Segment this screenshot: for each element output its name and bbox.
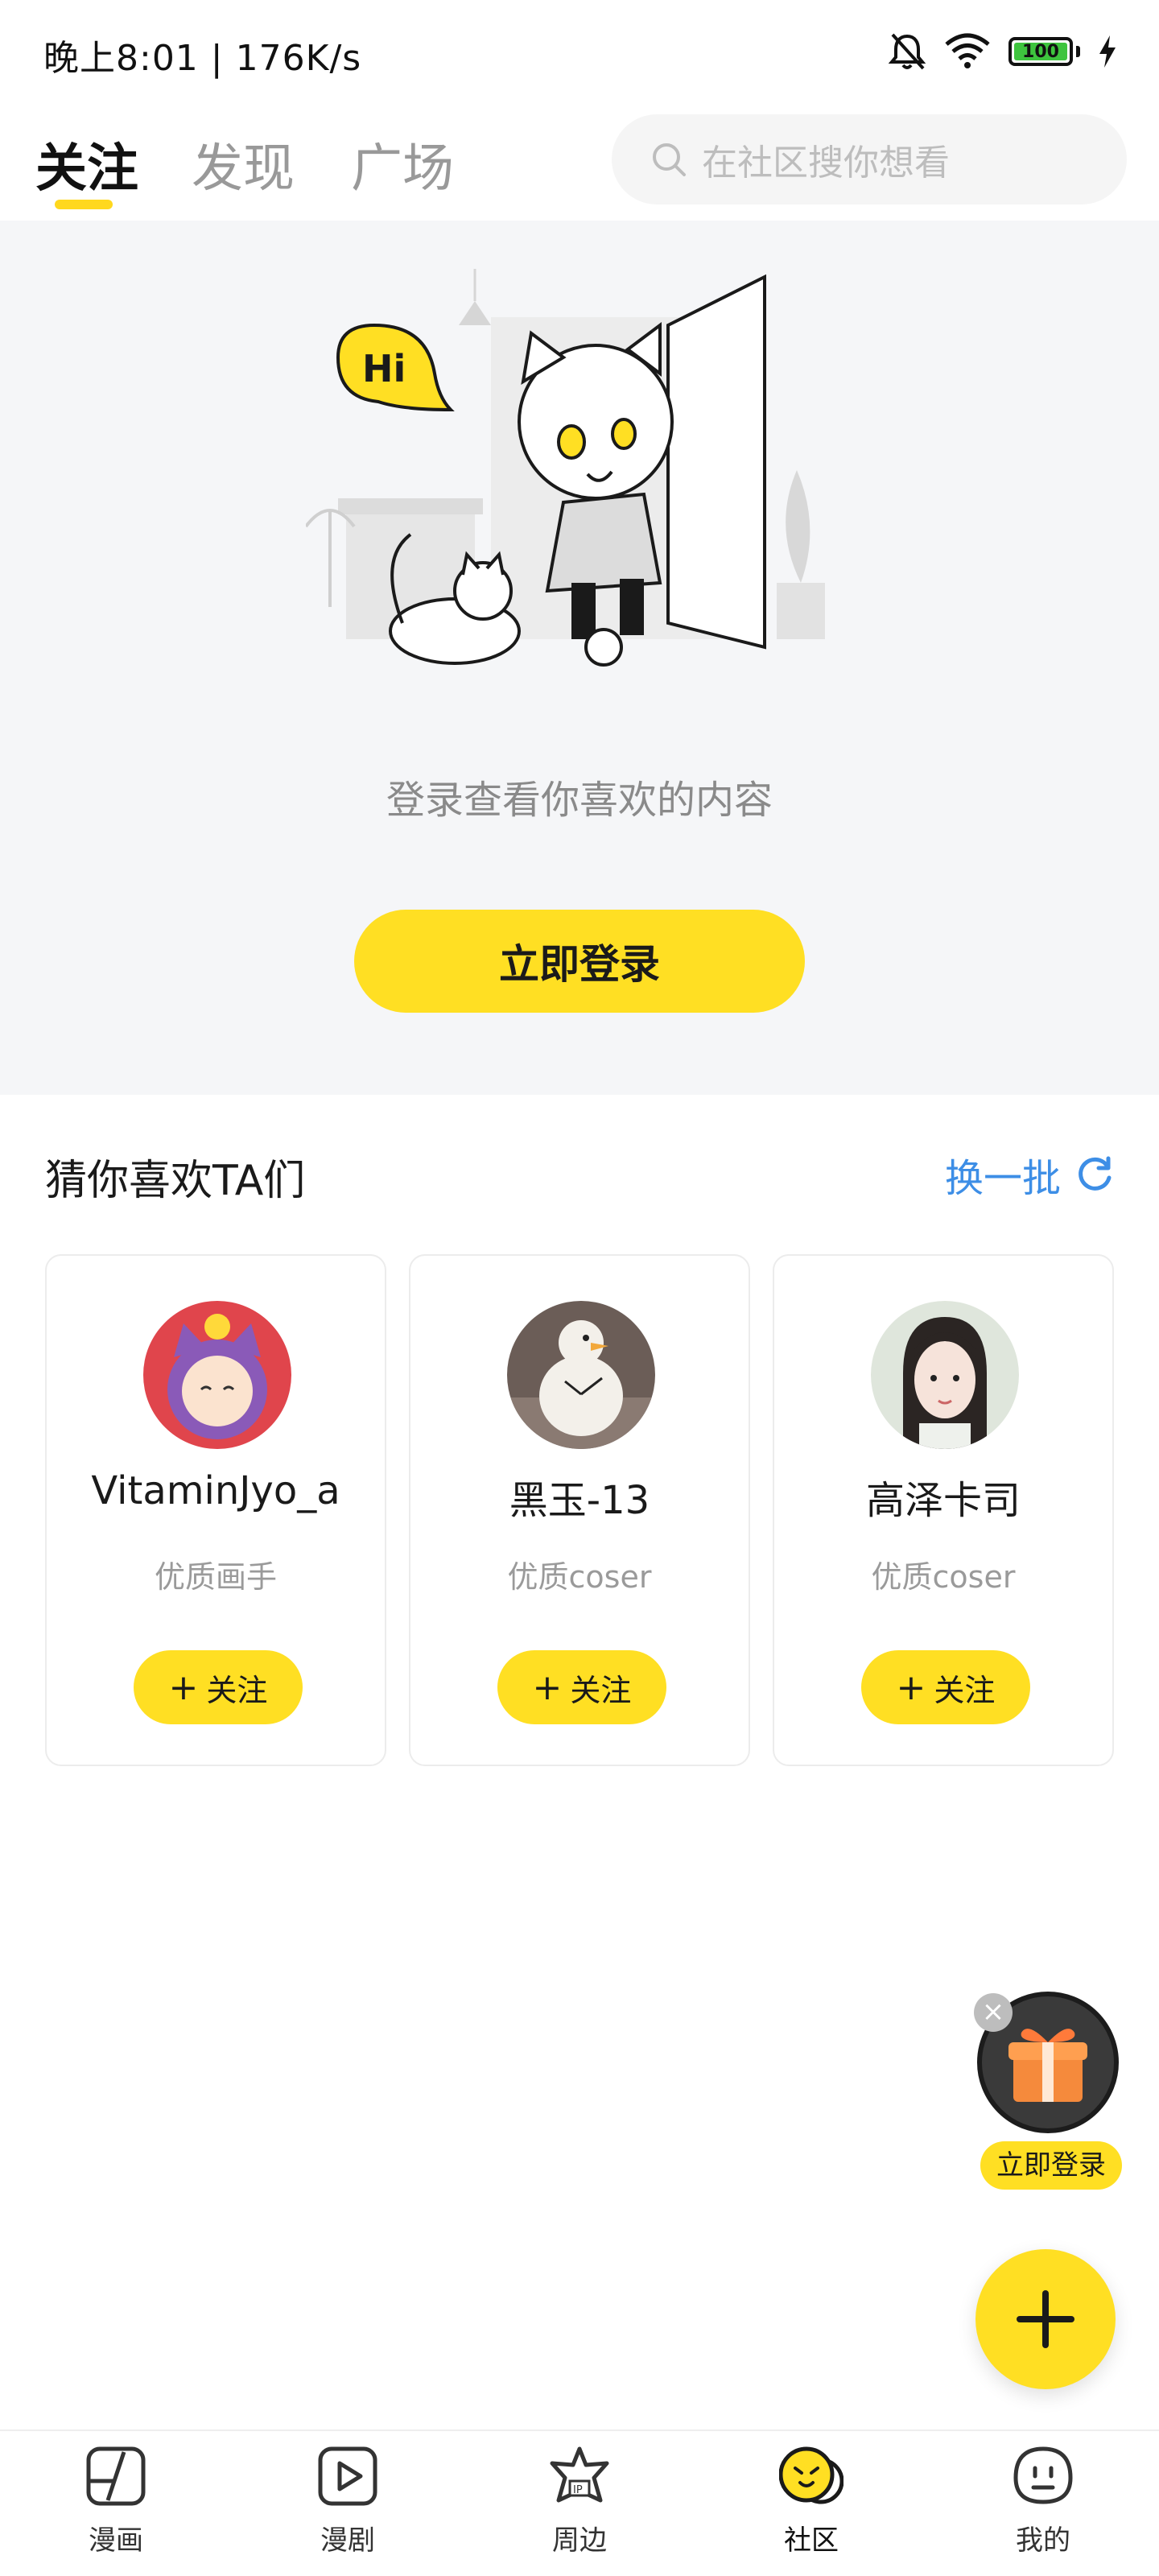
community-icon (779, 2446, 843, 2504)
refresh-label: 换一批 (944, 1156, 1061, 1201)
bottom-nav: 漫画 漫剧 IP 周边 社区 我的 (0, 2429, 1159, 2576)
plus-icon: + (896, 1666, 926, 1708)
create-post-button[interactable] (975, 2249, 1116, 2389)
tab-discover[interactable]: 发现 (192, 127, 295, 201)
search-icon (653, 143, 686, 176)
refresh-batch-button[interactable]: 换一批 (945, 1146, 1114, 1203)
user-tag: 优质coser (507, 1559, 652, 1595)
avatar[interactable] (507, 1301, 655, 1449)
merch-icon: IP (550, 2446, 609, 2503)
login-hint-text: 登录查看你喜欢的内容 (386, 778, 773, 823)
tab-follow[interactable]: 关注 (35, 127, 138, 201)
nav-item-merch[interactable]: IP 周边 (499, 2444, 660, 2573)
follow-label: 关注 (570, 1672, 632, 1708)
plus-icon: + (168, 1666, 199, 1708)
nav-item-video[interactable]: 漫剧 (267, 2444, 428, 2573)
gift-float-widget[interactable]: × 立即登录 (974, 1992, 1122, 2193)
video-icon (318, 2446, 377, 2506)
nav-label: 周边 (552, 2524, 607, 2557)
follow-button[interactable]: + 关注 (861, 1650, 1030, 1724)
gift-login-label[interactable]: 立即登录 (980, 2141, 1122, 2190)
user-card[interactable]: 黑玉-13 优质coser + 关注 (409, 1254, 750, 1766)
charging-icon (1099, 35, 1116, 68)
svg-text:IP: IP (573, 2484, 583, 2496)
profile-icon (1013, 2446, 1073, 2504)
mute-bell-icon (888, 33, 926, 70)
refresh-icon (1079, 1156, 1112, 1191)
nav-item-manga[interactable]: 漫画 (35, 2444, 196, 2573)
user-card[interactable]: 高泽卡司 优质coser + 关注 (773, 1254, 1114, 1766)
follow-label: 关注 (206, 1672, 268, 1708)
nav-label: 社区 (784, 2524, 839, 2557)
search-placeholder: 在社区搜你想看 (702, 142, 950, 184)
nav-label: 我的 (1016, 2524, 1070, 2557)
manga-icon (86, 2446, 146, 2506)
close-icon[interactable]: × (974, 1993, 1013, 2032)
login-now-button[interactable]: 立即登录 (354, 910, 805, 1013)
user-tag: 优质coser (871, 1559, 1016, 1595)
battery-icon: 100 (1008, 37, 1073, 66)
status-time-speed: 晚上8:01 | 176K/s (43, 38, 362, 79)
status-icons: 100 (888, 31, 1117, 72)
tab-square[interactable]: 广场 (351, 127, 454, 201)
user-card[interactable]: VitaminJyo_a 优质画手 + 关注 (45, 1254, 386, 1766)
user-tag: 优质画手 (154, 1559, 277, 1595)
plus-icon (1017, 2290, 1074, 2348)
follow-label: 关注 (934, 1672, 996, 1708)
user-name: 黑玉-13 (509, 1478, 650, 1523)
gift-icon (1008, 2029, 1087, 2102)
recommend-cards: VitaminJyo_a 优质画手 + 关注 黑玉-13 优质coser + 关… (45, 1254, 1114, 1766)
recommend-title: 猜你喜欢TA们 (45, 1157, 306, 1205)
nav-label: 漫剧 (320, 2524, 375, 2557)
nav-label: 漫画 (89, 2524, 143, 2557)
follow-button[interactable]: + 关注 (134, 1650, 303, 1724)
nav-item-profile[interactable]: 我的 (963, 2444, 1124, 2573)
user-name: VitaminJyo_a (91, 1468, 340, 1513)
top-tab-bar: 关注 发现 广场 在社区搜你想看 (0, 105, 1159, 217)
hi-bubble-text: Hi (362, 347, 406, 390)
login-prompt-section: Hi 登录查看你喜欢的内容 立即登录 (0, 221, 1159, 1095)
user-name: 高泽卡司 (865, 1478, 1021, 1523)
login-illustration: Hi (306, 269, 825, 667)
battery-level: 100 (1022, 41, 1059, 62)
search-input[interactable]: 在社区搜你想看 (612, 114, 1127, 204)
active-tab-indicator (55, 200, 113, 209)
plus-icon: + (532, 1666, 563, 1708)
nav-item-community[interactable]: 社区 (731, 2444, 892, 2573)
avatar[interactable] (143, 1301, 291, 1449)
avatar[interactable] (871, 1301, 1019, 1449)
status-bar: 晚上8:01 | 176K/s 100 (0, 0, 1159, 105)
follow-button[interactable]: + 关注 (497, 1650, 666, 1724)
wifi-icon (945, 33, 990, 68)
